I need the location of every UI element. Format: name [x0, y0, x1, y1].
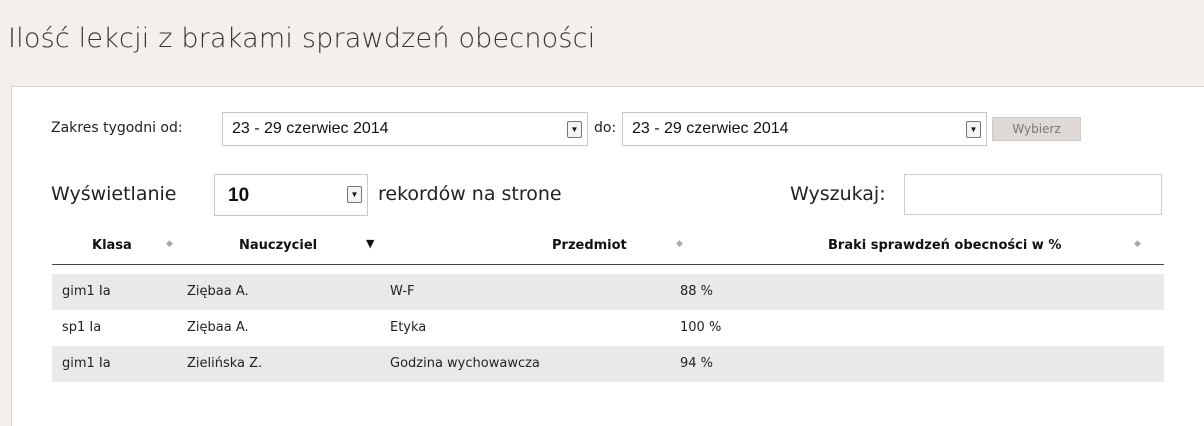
cell-klasa: gim1 Ia	[62, 356, 111, 371]
page-title: Ilość lekcji z brakami sprawdzeń obecnoś…	[8, 23, 596, 54]
cell-nauczyciel: Zielińska Z.	[187, 356, 263, 371]
table-row[interactable]: gim1 Ia Zielińska Z. Godzina wychowawcza…	[52, 346, 1164, 382]
range-to-select[interactable]: 23 - 29 czerwiec 2014 ▼	[622, 112, 987, 146]
range-from-select[interactable]: 23 - 29 czerwiec 2014 ▼	[222, 112, 588, 146]
sort-both-icon[interactable]: ◆	[676, 239, 683, 249]
cell-percent: 94 %	[680, 356, 714, 371]
triangle-down-icon[interactable]: ▼	[347, 186, 362, 203]
cell-nauczyciel: Ziębaa A.	[187, 320, 249, 335]
records-per-page-select[interactable]: 10 ▼	[214, 174, 368, 216]
table-row-partial[interactable]	[52, 382, 1164, 416]
length-suffix: rekordów na strone	[378, 183, 562, 205]
triangle-down-icon[interactable]: ▼	[567, 121, 582, 138]
column-nauczyciel[interactable]: Nauczyciel	[239, 238, 317, 253]
column-braki[interactable]: Braki sprawdzeń obecności w %	[828, 238, 1061, 253]
column-klasa[interactable]: Klasa	[92, 238, 132, 253]
cell-przedmiot: Etyka	[390, 320, 427, 335]
range-to-label: do:	[594, 120, 617, 136]
table-row[interactable]: gim1 Ia Ziębaa A. W-F 88 %	[52, 274, 1164, 310]
submit-range-button[interactable]: Wybierz	[992, 117, 1081, 141]
range-from-value: 23 - 29 czerwiec 2014	[232, 120, 389, 137]
table-row[interactable]: sp1 Ia Ziębaa A. Etyka 100 %	[52, 310, 1164, 346]
sort-both-icon[interactable]: ◆	[166, 239, 173, 249]
range-from-label: Zakres tygodni od:	[51, 120, 183, 136]
column-przedmiot[interactable]: Przedmiot	[552, 238, 627, 253]
records-per-page-value: 10	[228, 185, 250, 206]
cell-percent: 100 %	[680, 320, 722, 335]
cell-percent: 88 %	[680, 284, 714, 299]
search-label: Wyszukaj:	[790, 183, 886, 205]
length-prefix: Wyświetlanie	[51, 183, 177, 205]
cell-przedmiot: Godzina wychowawcza	[390, 356, 540, 371]
cell-nauczyciel: Ziębaa A.	[187, 284, 249, 299]
cell-klasa: sp1 Ia	[62, 320, 102, 335]
table-header: Klasa ◆ Nauczyciel ▼ Przedmiot ◆ Braki s…	[52, 230, 1164, 265]
search-input[interactable]	[904, 174, 1162, 215]
range-to-value: 23 - 29 czerwiec 2014	[632, 120, 789, 137]
cell-przedmiot: W-F	[390, 284, 415, 299]
triangle-down-icon[interactable]: ▼	[966, 121, 981, 138]
cell-klasa: gim1 Ia	[62, 284, 111, 299]
sort-both-icon[interactable]: ◆	[1134, 239, 1141, 249]
sort-desc-icon[interactable]: ▼	[366, 237, 374, 250]
